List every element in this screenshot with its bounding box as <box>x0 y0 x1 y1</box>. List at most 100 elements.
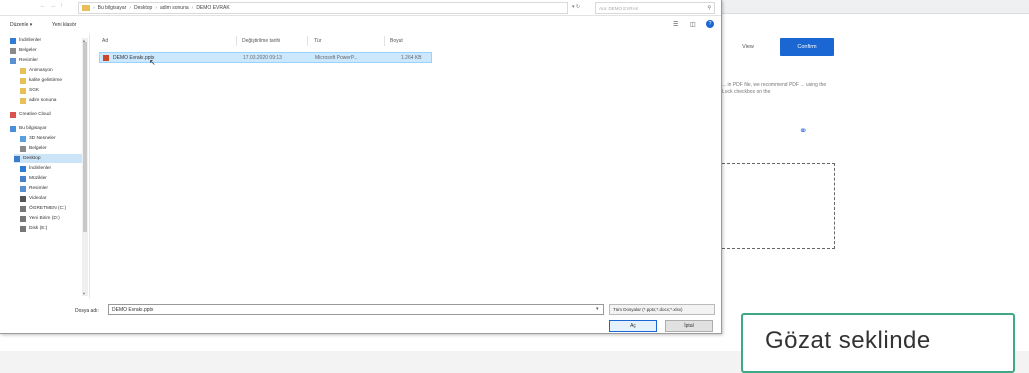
sidebar-item[interactable]: Desktop <box>14 154 84 163</box>
sidebar-item-label: adim sonuna <box>29 98 57 103</box>
folder-icon <box>20 67 26 74</box>
sidebar-item-label: ÖGRETMEN (C:) <box>29 206 67 211</box>
open-button[interactable]: Aç <box>609 320 657 332</box>
breadcrumb-item[interactable]: DEMO EVRAK <box>196 5 229 11</box>
command-bar: Düzenle ▾ Yeni klasör ☰ ◫ ? <box>0 18 721 32</box>
breadcrumb-item[interactable]: adim sonuna <box>160 5 189 11</box>
sidebar-item[interactable]: adim sonuna <box>20 96 56 105</box>
powerpoint-file-icon <box>103 55 109 61</box>
computer-icon <box>10 125 16 132</box>
drive-icon <box>20 215 26 222</box>
cube-icon <box>20 135 26 142</box>
search-placeholder: Ara: DEMO EVRAK <box>599 6 639 11</box>
sidebar-item-label: İndirilenler <box>19 38 42 43</box>
confirm-button[interactable]: Confirm <box>780 38 834 56</box>
sidebar-item[interactable]: Belgeler <box>20 144 47 153</box>
file-type: Microsoft PowerP... <box>315 55 358 61</box>
sidebar-item[interactable]: Animasyon <box>20 66 53 75</box>
drive-icon <box>20 225 26 232</box>
sidebar-item-label: Belgeler <box>19 48 37 53</box>
sidebar-item-label: Animasyon <box>29 68 53 73</box>
sidebar-item-label: Yeni Birim (D:) <box>29 216 60 221</box>
chevron-down-icon[interactable]: ▾ <box>596 306 599 312</box>
sidebar-item-label: Müzikler <box>29 176 47 181</box>
search-icon: ⚲ <box>707 5 711 11</box>
sidebar-item[interactable]: Videolar <box>20 194 47 203</box>
file-open-dialog: ←→↑ › Bu bilgisayar › Desktop › adim son… <box>0 0 722 334</box>
music-icon <box>20 175 26 182</box>
sidebar-item-label: kalite gelistirme <box>29 78 63 83</box>
breadcrumb[interactable]: › Bu bilgisayar › Desktop › adim sonuna … <box>78 2 568 14</box>
browser-toolbar-strip <box>720 0 1029 14</box>
sidebar-item[interactable]: Creative Cloud <box>10 110 51 119</box>
filename-input[interactable]: DEMO Evrakı.pptx <box>108 304 604 315</box>
sidebar-item-label: SGK <box>29 88 40 93</box>
documents-icon <box>20 145 26 152</box>
folder-icon <box>20 97 26 104</box>
preview-pane-icon[interactable]: ◫ <box>690 21 696 28</box>
forward-icon[interactable]: → <box>50 3 60 9</box>
sidebar-item[interactable]: Belgeler <box>10 46 37 55</box>
up-icon[interactable]: ↑ <box>60 3 67 9</box>
sidebar-item[interactable]: kalite gelistirme <box>20 76 62 85</box>
folder-icon <box>82 5 90 11</box>
sidebar-item-label: Resimler <box>29 186 48 191</box>
info-paragraph: ... in PDF file, we recommend PDF ... us… <box>722 82 827 95</box>
nav-buttons[interactable]: ←→↑ <box>40 3 67 9</box>
sidebar-item[interactable]: Resimler <box>10 56 38 65</box>
column-header-type[interactable]: Tür <box>314 38 322 44</box>
column-header-size[interactable]: Boyut <box>390 38 403 44</box>
sidebar-item[interactable]: Müzikler <box>20 174 47 183</box>
link-icon[interactable]: ⚭ <box>799 126 807 137</box>
breadcrumb-item[interactable]: Desktop <box>134 5 152 11</box>
back-icon[interactable]: ← <box>40 3 50 9</box>
sidebar-item[interactable]: Yeni Birim (D:) <box>20 214 60 223</box>
download-icon <box>10 37 16 44</box>
sidebar-item-label: Belgeler <box>29 146 47 151</box>
folder-icon <box>20 87 26 94</box>
sidebar-item[interactable]: ÖGRETMEN (C:) <box>20 204 66 213</box>
sidebar-item[interactable]: 3D Nesneler <box>20 134 56 143</box>
view-options-icon[interactable]: ☰ <box>673 21 678 28</box>
cloud-icon <box>10 111 16 118</box>
organize-button[interactable]: Düzenle ▾ <box>10 22 32 28</box>
pictures-icon <box>20 185 26 192</box>
folder-icon <box>20 77 26 84</box>
sidebar-item[interactable]: Resimler <box>20 184 48 193</box>
file-size: 1.264 KB <box>401 55 422 61</box>
desktop-icon <box>14 155 20 162</box>
sidebar-item[interactable]: Disk (E:) <box>20 224 47 233</box>
file-type-select[interactable]: Tüm Dosyalar (*.pptx;*.docx;*.xlsx) <box>609 304 715 315</box>
sidebar-item-label: Desktop <box>23 156 41 161</box>
scrollbar-thumb[interactable] <box>83 42 87 232</box>
download-icon <box>20 165 26 172</box>
cancel-button[interactable]: İptal <box>665 320 713 332</box>
column-header-name[interactable]: Ad <box>102 38 108 44</box>
sidebar-item[interactable]: İndirilenler <box>20 164 51 173</box>
file-list: Ad Değiştirilme tarihi Tür Boyut DEMO Ev… <box>92 34 720 298</box>
search-input[interactable]: Ara: DEMO EVRAK ⚲ <box>595 2 715 14</box>
address-bar: ←→↑ › Bu bilgisayar › Desktop › adim son… <box>0 0 721 16</box>
sidebar-item[interactable]: SGK <box>20 86 39 95</box>
sidebar-item[interactable]: Bu bilgisayar <box>10 124 46 133</box>
sidebar-item[interactable]: İndirilenler <box>10 36 41 45</box>
sidebar-item-label: İndirilenler <box>29 166 52 171</box>
upload-dropzone[interactable] <box>722 163 835 249</box>
address-dropdown-icon[interactable]: ▾ ↻ <box>572 4 580 10</box>
sidebar-item-label: Disk (E:) <box>29 226 48 231</box>
file-date: 17.03.2020 09:13 <box>243 55 282 61</box>
new-folder-button[interactable]: Yeni klasör <box>52 22 76 28</box>
scroll-down-icon[interactable]: ▼ <box>82 291 86 296</box>
view-button[interactable]: View <box>728 38 768 56</box>
sidebar-item-label: 3D Nesneler <box>29 136 56 141</box>
documents-icon <box>10 47 16 54</box>
mouse-cursor-icon: ↖ <box>149 58 156 67</box>
help-icon[interactable]: ? <box>706 20 714 28</box>
column-header-date[interactable]: Değiştirilme tarihi <box>242 38 280 44</box>
pictures-icon <box>10 57 16 64</box>
sidebar-item-label: Creative Cloud <box>19 112 51 117</box>
sidebar-item-label: Resimler <box>19 58 38 63</box>
sidebar-scrollbar[interactable]: ▲ ▼ <box>82 38 88 296</box>
breadcrumb-item[interactable]: Bu bilgisayar <box>98 5 127 11</box>
drive-icon <box>20 205 26 212</box>
